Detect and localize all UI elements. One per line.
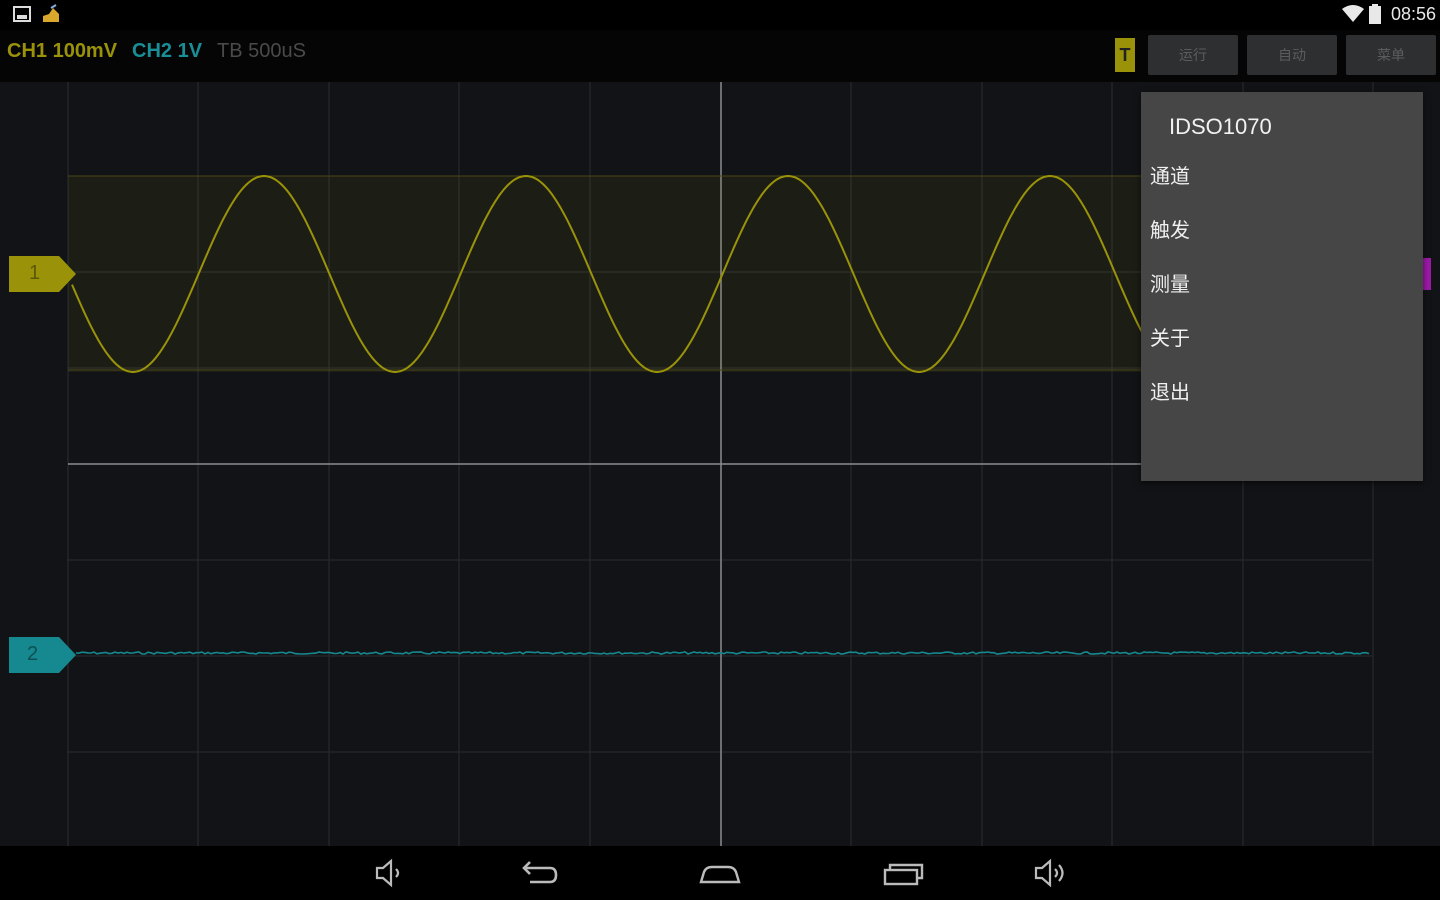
popup-menu: IDSO1070 通道 触发 测量 关于 退出 [1141,92,1423,481]
trigger-button[interactable]: T [1115,38,1135,72]
side-scroll-marker[interactable] [1423,258,1431,290]
menu-item-about[interactable]: 关于 [1150,322,1190,351]
volume-down-icon[interactable] [367,856,411,890]
battery-icon [1369,4,1381,28]
status-bar: 08:56 [0,0,1440,30]
ch2-offset-marker[interactable]: 2 [9,637,77,677]
recents-icon[interactable] [882,856,926,890]
nav-bar [0,846,1440,900]
menu-title: IDSO1070 [1169,114,1272,139]
wifi-icon [1342,5,1364,27]
back-icon[interactable] [516,856,560,890]
image-notification-icon [13,6,31,26]
ch1-marker-label: 1 [29,262,41,284]
menu-item-exit[interactable]: 退出 [1150,376,1190,405]
ch2-marker-label: 2 [27,643,39,665]
toolbar: CH1 100mV CH2 1V TB 500uS T 运行 自动 菜单 [0,30,1440,82]
ch2-scale-label[interactable]: CH2 1V [132,40,202,63]
auto-button[interactable]: 自动 [1247,35,1337,75]
ch1-scale-label[interactable]: CH1 100mV [7,40,117,63]
app-notification-icon [41,4,61,28]
menu-item-trigger[interactable]: 触发 [1150,214,1190,243]
menu-button[interactable]: 菜单 [1346,35,1436,75]
menu-item-channel[interactable]: 通道 [1150,160,1190,189]
volume-up-icon[interactable] [1030,856,1074,890]
home-icon[interactable] [698,856,742,890]
run-button[interactable]: 运行 [1148,35,1238,75]
menu-item-measure[interactable]: 测量 [1150,268,1190,297]
clock: 08:56 [1390,4,1436,24]
timebase-label[interactable]: TB 500uS [217,40,306,63]
ch1-offset-marker[interactable]: 1 [9,256,77,296]
